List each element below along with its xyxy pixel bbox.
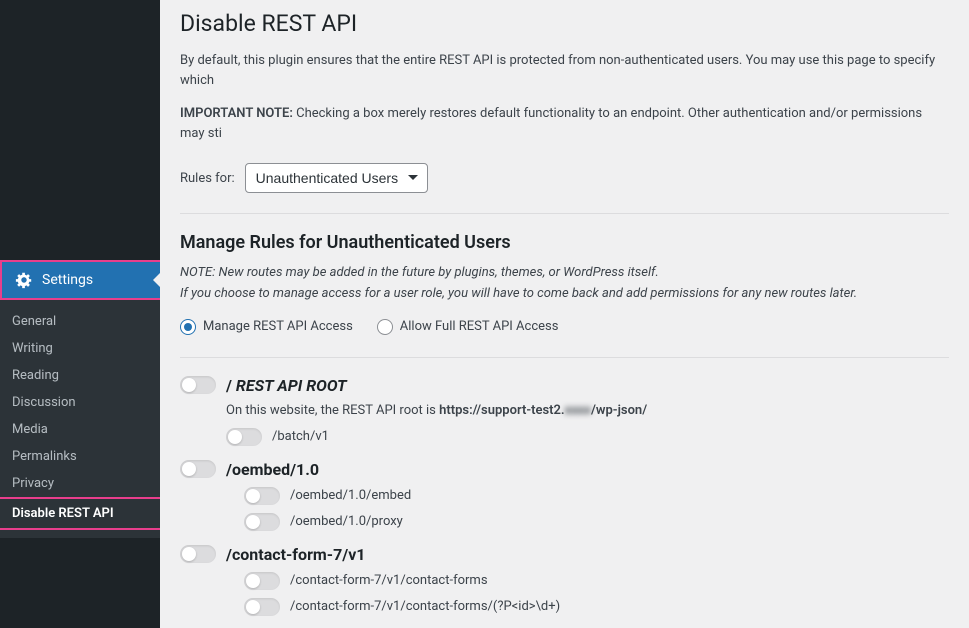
route-item-oembed-embed: /oembed/1.0/embed [226,487,949,505]
radio-manage-access[interactable]: Manage REST API Access [180,319,353,335]
rules-for-label: Rules for: [180,171,235,186]
route-root-title: / REST API ROOT [226,376,347,395]
main-content: Disable REST API By default, this plugin… [160,0,969,628]
route-group-root: / REST API ROOT On this website, the RES… [180,376,949,446]
route-cf7-header: /contact-form-7/v1 [180,545,949,564]
section-title: Manage Rules for Unauthenticated Users [180,232,949,253]
toggle-oembed-proxy[interactable] [244,513,280,531]
section-subnote: NOTE: New routes may be added in the fut… [180,263,949,305]
divider [180,213,949,214]
sidebar-item-privacy[interactable]: Privacy [0,470,160,497]
route-item-oembed-proxy: /oembed/1.0/proxy [226,513,949,531]
toggle-cf7-forms-id[interactable] [244,598,280,616]
divider [180,357,949,358]
sidebar-item-discussion[interactable]: Discussion [0,389,160,416]
note-label: IMPORTANT NOTE: [180,106,293,121]
toggle-cf7-forms[interactable] [244,572,280,590]
sidebar-item-permalinks[interactable]: Permalinks [0,443,160,470]
sidebar-item-disable-rest-api[interactable]: Disable REST API [0,497,160,530]
settings-icon [14,270,34,290]
radio-allow-full-access[interactable]: Allow Full REST API Access [377,319,559,335]
sidebar-item-general[interactable]: General [0,308,160,335]
radio-icon [377,319,393,335]
sidebar-item-writing[interactable]: Writing [0,335,160,362]
intro-text: By default, this plugin ensures that the… [180,51,949,90]
page-title: Disable REST API [180,10,949,37]
radio-icon [180,319,196,335]
admin-sidebar: Settings General Writing Reading Discuss… [0,0,160,628]
rules-for-row: Rules for: Unauthenticated Users [180,163,949,193]
active-menu-arrow-icon [153,272,161,288]
route-item-batch: /batch/v1 [226,428,949,446]
route-root-header: / REST API ROOT [180,376,949,395]
toggle-oembed[interactable] [180,460,216,478]
toggle-oembed-embed[interactable] [244,487,280,505]
sidebar-submenu: General Writing Reading Discussion Media… [0,300,160,538]
route-item-cf7-forms: /contact-form-7/v1/contact-forms [226,572,949,590]
toggle-batch[interactable] [226,428,262,446]
rules-for-select[interactable]: Unauthenticated Users [245,163,428,193]
route-root-desc: On this website, the REST API root is ht… [226,403,949,418]
sidebar-item-reading[interactable]: Reading [0,362,160,389]
sidebar-menu-settings[interactable]: Settings [0,260,160,300]
toggle-cf7[interactable] [180,545,216,563]
route-group-oembed: /oembed/1.0 /oembed/1.0/embed /oembed/1.… [180,460,949,531]
route-oembed-header: /oembed/1.0 [180,460,949,479]
toggle-root[interactable] [180,376,216,394]
important-note: IMPORTANT NOTE: Checking a box merely re… [180,104,949,143]
route-group-cf7: /contact-form-7/v1 /contact-form-7/v1/co… [180,545,949,616]
route-item-cf7-forms-id: /contact-form-7/v1/contact-forms/(?P<id>… [226,598,949,616]
sidebar-item-media[interactable]: Media [0,416,160,443]
sidebar-header-label: Settings [42,272,93,288]
access-mode-radios: Manage REST API Access Allow Full REST A… [180,319,949,335]
